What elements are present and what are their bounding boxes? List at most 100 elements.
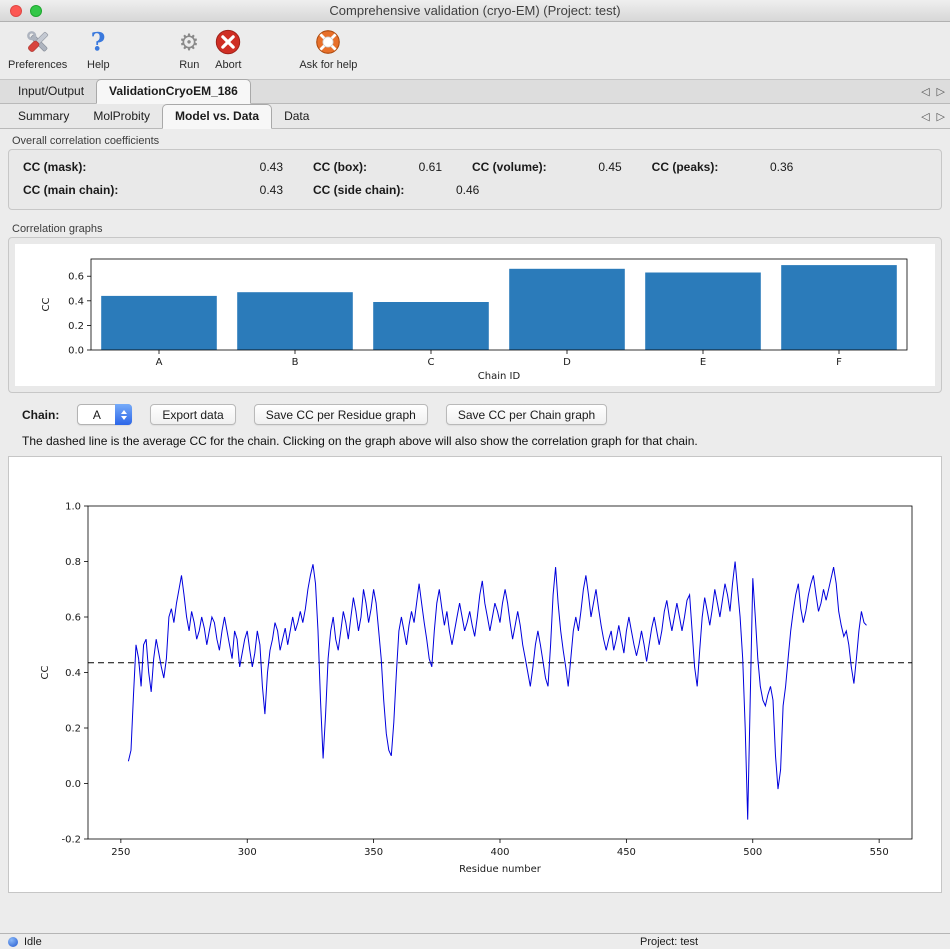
svg-text:E: E bbox=[700, 357, 706, 368]
cc-per-chain-chart[interactable]: 0.0 0.2 0.4 0.6 A B C D E F Chain ID CC bbox=[15, 244, 935, 386]
svg-text:CC: CC bbox=[40, 665, 51, 679]
model-vs-data-panel: Overall correlation coefficients CC (mas… bbox=[0, 135, 950, 893]
svg-text:0.6: 0.6 bbox=[65, 612, 81, 623]
sub-tab-scroll-left-icon[interactable]: ◁ bbox=[921, 110, 929, 123]
svg-text:250: 250 bbox=[111, 847, 130, 858]
svg-text:0.6: 0.6 bbox=[68, 272, 84, 283]
ask-for-help-label: Ask for help bbox=[299, 59, 357, 71]
abort-x-icon bbox=[213, 25, 243, 59]
svg-text:F: F bbox=[836, 357, 842, 368]
cc-side-chain-value: 0.46 bbox=[434, 183, 479, 197]
correlation-graphs-section-label: Correlation graphs bbox=[12, 223, 942, 235]
window-title: Comprehensive validation (cryo-EM) (Proj… bbox=[329, 3, 620, 18]
cc-volume-label: CC (volume): bbox=[472, 160, 547, 174]
overall-cc-section-label: Overall correlation coefficients bbox=[12, 135, 942, 147]
svg-text:300: 300 bbox=[238, 847, 257, 858]
run-label: Run bbox=[179, 59, 199, 71]
svg-text:0.0: 0.0 bbox=[65, 779, 81, 790]
ask-for-help-button[interactable]: Ask for help bbox=[299, 25, 357, 71]
correlation-graphs-groupbox: 0.0 0.2 0.4 0.6 A B C D E F Chain ID CC bbox=[8, 237, 942, 393]
tab-summary[interactable]: Summary bbox=[6, 105, 81, 128]
cc-per-residue-chart-svg: 250 300 350 400 450 500 550 -0.2 0.0 0.2 0.4 0.6 0.8… bbox=[14, 460, 936, 890]
status-bar: Idle Project: test bbox=[0, 933, 950, 949]
chain-select-label: Chain: bbox=[22, 408, 59, 422]
cc-volume-value: 0.45 bbox=[577, 160, 622, 174]
cc-peaks-value: 0.36 bbox=[748, 160, 793, 174]
cc-mask-value: 0.43 bbox=[228, 160, 283, 174]
chain-select-value: A bbox=[78, 408, 115, 422]
svg-text:450: 450 bbox=[617, 847, 636, 858]
close-window-button[interactable] bbox=[10, 5, 22, 17]
svg-text:0.8: 0.8 bbox=[65, 557, 81, 568]
svg-text:CC: CC bbox=[41, 298, 52, 312]
project-label: Project: test bbox=[640, 936, 698, 948]
svg-text:350: 350 bbox=[364, 847, 383, 858]
tab-validationcryoem-186[interactable]: ValidationCryoEM_186 bbox=[96, 79, 251, 104]
svg-text:A: A bbox=[156, 357, 163, 368]
chain-select[interactable]: A bbox=[77, 404, 132, 425]
save-cc-per-residue-graph-button[interactable]: Save CC per Residue graph bbox=[254, 404, 428, 425]
cc-main-chain-value: 0.43 bbox=[228, 183, 283, 197]
help-button[interactable]: ? Help bbox=[83, 25, 113, 71]
cc-stats-row-2: CC (main chain): 0.43 CC (side chain): 0… bbox=[23, 183, 941, 197]
chevron-up-down-icon[interactable] bbox=[115, 404, 132, 425]
abort-label: Abort bbox=[215, 59, 241, 71]
zoom-window-button[interactable] bbox=[30, 5, 42, 17]
svg-text:Residue number: Residue number bbox=[459, 864, 542, 875]
svg-text:550: 550 bbox=[870, 847, 889, 858]
run-button[interactable]: ⚙ Run bbox=[175, 25, 203, 71]
svg-text:0.4: 0.4 bbox=[65, 668, 81, 679]
help-label: Help bbox=[87, 59, 110, 71]
sub-tab-bar: Summary MolProbity Model vs. Data Data ◁… bbox=[0, 104, 950, 129]
cc-box-value: 0.61 bbox=[397, 160, 442, 174]
toolbar: Preferences ? Help ⚙ Run Abort bbox=[0, 22, 950, 80]
preferences-label: Preferences bbox=[8, 59, 67, 71]
abort-button[interactable]: Abort bbox=[213, 25, 243, 71]
svg-text:⚙: ⚙ bbox=[179, 30, 199, 56]
svg-text:D: D bbox=[563, 357, 571, 368]
cc-mask-label: CC (mask): bbox=[23, 160, 198, 174]
svg-text:-0.2: -0.2 bbox=[61, 834, 81, 845]
cc-main-chain-label: CC (main chain): bbox=[23, 183, 198, 197]
svg-text:0.0: 0.0 bbox=[68, 346, 84, 357]
preferences-button[interactable]: Preferences bbox=[8, 25, 67, 71]
tab-scroll-left-icon[interactable]: ◁ bbox=[921, 85, 929, 98]
dashed-line-note: The dashed line is the average CC for th… bbox=[22, 434, 942, 448]
tab-data[interactable]: Data bbox=[272, 105, 321, 128]
svg-text:500: 500 bbox=[743, 847, 762, 858]
sub-tab-scroll-arrows: ◁ ▷ bbox=[921, 110, 945, 123]
svg-text:Chain ID: Chain ID bbox=[478, 371, 521, 382]
window-controls bbox=[10, 5, 42, 17]
status-text: Idle bbox=[24, 936, 42, 948]
overall-cc-groupbox: CC (mask): 0.43 CC (box): 0.61 CC (volum… bbox=[8, 149, 942, 210]
crossed-tools-icon bbox=[23, 25, 53, 59]
svg-text:B: B bbox=[292, 357, 299, 368]
tab-input-output[interactable]: Input/Output bbox=[6, 80, 96, 103]
gear-icon: ⚙ bbox=[175, 25, 203, 59]
cc-stats-row-1: CC (mask): 0.43 CC (box): 0.61 CC (volum… bbox=[23, 160, 941, 174]
cc-side-chain-label: CC (side chain): bbox=[313, 183, 404, 197]
titlebar[interactable]: Comprehensive validation (cryo-EM) (Proj… bbox=[0, 0, 950, 22]
cc-box-label: CC (box): bbox=[313, 160, 367, 174]
save-cc-per-chain-graph-button[interactable]: Save CC per Chain graph bbox=[446, 404, 607, 425]
svg-text:1.0: 1.0 bbox=[65, 501, 81, 512]
tab-scroll-right-icon[interactable]: ▷ bbox=[937, 85, 945, 98]
svg-text:0.2: 0.2 bbox=[65, 723, 81, 734]
sub-tab-scroll-right-icon[interactable]: ▷ bbox=[937, 110, 945, 123]
svg-text:0.2: 0.2 bbox=[68, 321, 84, 332]
svg-text:C: C bbox=[428, 357, 435, 368]
tab-model-vs-data[interactable]: Model vs. Data bbox=[162, 104, 272, 129]
cc-per-residue-chart: 250 300 350 400 450 500 550 -0.2 0.0 0.2 0.4 0.6 0.8… bbox=[8, 456, 942, 893]
status-dot-icon bbox=[8, 937, 18, 947]
question-mark-icon: ? bbox=[83, 25, 113, 59]
chain-controls-row: Chain: A Export data Save CC per Residue… bbox=[22, 404, 942, 425]
tab-molprobity[interactable]: MolProbity bbox=[81, 105, 162, 128]
tab-scroll-arrows: ◁ ▷ bbox=[921, 85, 945, 98]
svg-text:400: 400 bbox=[490, 847, 509, 858]
lifebuoy-icon bbox=[313, 25, 343, 59]
svg-text:0.4: 0.4 bbox=[68, 296, 84, 307]
export-data-button[interactable]: Export data bbox=[150, 404, 235, 425]
cc-per-chain-chart-svg[interactable]: 0.0 0.2 0.4 0.6 A B C D E F Chain ID CC bbox=[15, 244, 935, 386]
cc-peaks-label: CC (peaks): bbox=[652, 160, 719, 174]
svg-text:?: ? bbox=[91, 27, 106, 56]
